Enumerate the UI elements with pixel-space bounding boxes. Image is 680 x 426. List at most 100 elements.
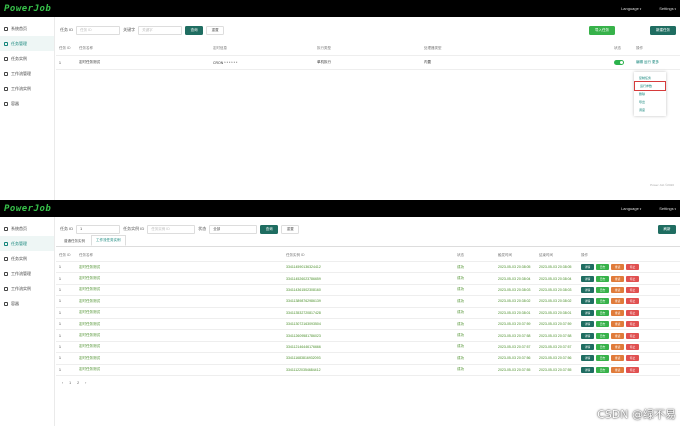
logo[interactable]: PowerJob [4,204,51,214]
log-button[interactable]: 日志 [596,275,609,282]
reset-button[interactable]: 重置 [206,25,225,35]
stop-button[interactable]: 停止 [626,286,639,293]
status-toggle[interactable] [614,60,624,65]
detail-button[interactable]: 详情 [581,321,594,328]
watermark: CSDN @绿不易 [597,408,676,421]
sidebar-item-workflow-instances[interactable]: 工作流实例 [0,281,54,296]
cell-id: 1 [59,322,61,327]
language-menu[interactable]: Language [621,6,641,11]
sidebar-item-home[interactable]: 系统首页 [0,21,54,36]
workflow-instance-icon [4,286,8,291]
sidebar-item-workflow[interactable]: 工作流管理 [0,66,54,81]
retry-button[interactable]: 重试 [611,355,624,362]
cell-trigger: 2023-05-03 20:37:56 [498,356,531,361]
stop-button[interactable]: 停止 [626,309,639,316]
retry-button[interactable]: 重试 [611,298,624,305]
refresh-button[interactable]: 刷新 [658,224,676,234]
sidebar-item-tasks[interactable]: 任务管理 [0,236,54,251]
sidebar-item-workflow-instances[interactable]: 工作流实例 [0,81,54,96]
sidebar-item-container[interactable]: 容器 [0,96,54,111]
reset-button[interactable]: 重置 [281,224,300,234]
menu-item-export[interactable]: 导出 [634,98,666,106]
tab-normal-instances[interactable]: 普通任务实例 [60,237,89,246]
cell-trigger: 2023-05-03 20:38:04 [498,276,531,281]
sidebar-item-tasks[interactable]: 任务管理 [0,36,54,51]
stop-button[interactable]: 停止 [626,321,639,328]
cell-id: 1 [59,356,61,361]
page-1[interactable]: 1 [69,381,71,385]
sidebar-item-container[interactable]: 容器 [0,296,54,311]
stop-button[interactable]: 停止 [626,355,639,362]
retry-button[interactable]: 重试 [611,366,624,373]
stop-button[interactable]: 停止 [626,275,639,282]
retry-button[interactable]: 重试 [611,321,624,328]
stop-button[interactable]: 停止 [626,264,639,271]
detail-button[interactable]: 详情 [581,275,594,282]
cell-inst: 334113072163093504 [286,322,321,327]
instance-id-input[interactable]: 任务实例 ID [147,224,196,234]
menu-item-delete[interactable]: 删除 [634,90,666,98]
detail-button[interactable]: 详情 [581,332,594,339]
keyword-input[interactable]: 关键字 [138,25,183,35]
retry-button[interactable]: 重试 [611,332,624,339]
table-row: 1 定时任务测试 334112609581786023 成功 2023-05-03 20… [56,330,680,342]
settings-menu[interactable]: Settings [659,6,676,11]
log-button[interactable]: 日志 [596,355,609,362]
import-task-button[interactable]: 导入任务 [589,25,615,35]
cell-end: 2023-05-03 20:38:04 [539,276,572,281]
retry-button[interactable]: 重试 [611,264,624,271]
detail-button[interactable]: 详情 [581,264,594,271]
menu-item-run-params[interactable]: 运行参数 [634,81,666,91]
retry-button[interactable]: 重试 [611,275,624,282]
task-id-input[interactable]: 任务 ID [76,25,121,35]
menu-item-copy[interactable]: 复制任务 [634,74,666,82]
cell-id: 1 [59,310,61,315]
log-button[interactable]: 日志 [596,321,609,328]
log-button[interactable]: 日志 [596,298,609,305]
row-actions[interactable]: 编辑 运行 更多 [633,60,663,65]
tab-workflow-instances[interactable]: 工作流任务实例 [91,235,126,246]
status-select[interactable]: 全部 [209,224,258,234]
menu-item-schedule[interactable]: 调度 [634,106,666,114]
logo[interactable]: PowerJob [4,4,51,14]
retry-button[interactable]: 重试 [611,343,624,350]
next-page-button[interactable]: › [85,381,86,385]
stop-button[interactable]: 停止 [626,298,639,305]
detail-button[interactable]: 详情 [581,309,594,316]
cell-end: 2023-05-03 20:38:02 [539,299,572,304]
table-header: 任务 ID 任务名称 任务实例 ID 状态 触发时间 结束时间 操作 [56,249,680,262]
log-button[interactable]: 日志 [596,343,609,350]
log-button[interactable]: 日志 [596,366,609,373]
prev-page-button[interactable]: ‹ [62,381,63,385]
stop-button[interactable]: 停止 [626,366,639,373]
retry-button[interactable]: 重试 [611,309,624,316]
new-task-button[interactable]: 新建任务 [650,25,676,35]
cell-inst: 334113898762986139 [286,299,321,304]
detail-button[interactable]: 详情 [581,286,594,293]
filter-bar: 任务 ID 任务 ID 关键字 关键字 查询 重置 导入任务 新建任务 [56,24,680,36]
settings-menu[interactable]: Settings [659,206,676,211]
sidebar-item-instances[interactable]: 任务实例 [0,251,54,266]
log-button[interactable]: 日志 [596,332,609,339]
detail-button[interactable]: 详情 [581,298,594,305]
sidebar-item-instances[interactable]: 任务实例 [0,51,54,66]
stop-button[interactable]: 停止 [626,343,639,350]
search-button[interactable]: 查询 [260,224,279,234]
language-menu[interactable]: Language [621,206,641,211]
cell-status: 成功 [457,344,464,349]
cell-end: 2023-05-03 20:38:03 [539,287,572,292]
log-button[interactable]: 日志 [596,309,609,316]
detail-button[interactable]: 详情 [581,355,594,362]
page-2[interactable]: 2 [77,381,79,385]
detail-button[interactable]: 详情 [581,366,594,373]
stop-button[interactable]: 停止 [626,332,639,339]
search-button[interactable]: 查询 [185,25,204,35]
home-icon [4,226,8,231]
log-button[interactable]: 日志 [596,286,609,293]
retry-button[interactable]: 重试 [611,286,624,293]
task-id-input[interactable]: 1 [76,224,121,234]
sidebar-item-home[interactable]: 系统首页 [0,221,54,236]
sidebar-item-workflow[interactable]: 工作流管理 [0,266,54,281]
detail-button[interactable]: 详情 [581,343,594,350]
log-button[interactable]: 日志 [596,264,609,271]
